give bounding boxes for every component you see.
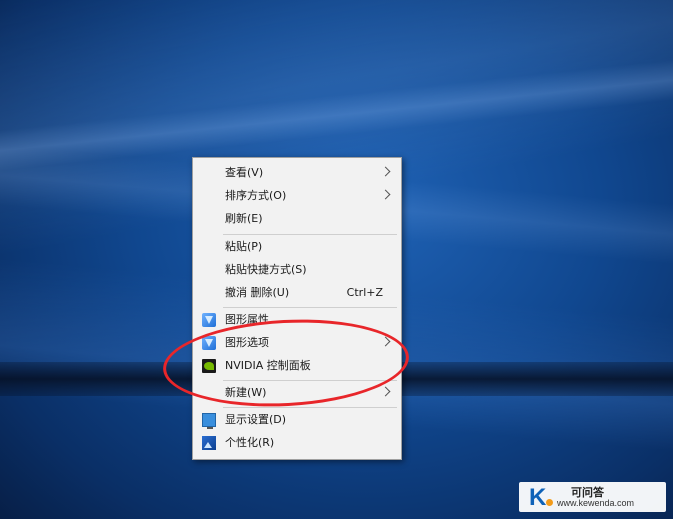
menu-item-label: 个性化(R) [225,436,275,449]
chevron-right-icon [380,166,391,177]
menu-separator [223,407,397,408]
menu-item-sort-by[interactable]: 排序方式(O) [193,185,401,207]
watermark-logo-dot [546,499,553,506]
menu-item-label: 撤消 删除(U) [225,286,290,299]
menu-item-shortcut: Ctrl+Z [346,286,383,299]
menu-item-refresh[interactable]: 刷新(E) [193,208,401,230]
menu-item-label: 粘贴快捷方式(S) [225,263,307,276]
menu-item-label: 查看(V) [225,166,264,179]
chevron-right-icon [380,189,391,200]
menu-item-personalize[interactable]: 个性化(R) [193,432,401,454]
menu-item-paste-shortcut[interactable]: 粘贴快捷方式(S) [193,259,401,281]
chevron-right-icon [380,386,391,397]
display-settings-icon [202,413,216,429]
menu-separator [223,307,397,308]
personalize-icon [202,436,216,450]
menu-item-undo-delete[interactable]: 撤消 删除(U) Ctrl+Z [193,282,401,304]
menu-separator [223,234,397,235]
menu-item-label: 排序方式(O) [225,189,287,202]
graphics-properties-icon [202,313,216,327]
desktop-context-menu: 查看(V) 排序方式(O) 刷新(E) 粘贴(P) 粘贴快捷方式(S) 撤消 删… [192,157,402,460]
menu-item-label: 粘贴(P) [225,240,263,253]
menu-item-paste[interactable]: 粘贴(P) [193,236,401,258]
menu-item-label: 刷新(E) [225,212,263,225]
watermark-url: www.kewenda.com [557,498,635,508]
menu-item-display-settings[interactable]: 显示设置(D) [193,409,401,431]
watermark: K 可问答 www.kewenda.com [519,482,666,512]
menu-item-view[interactable]: 查看(V) [193,162,401,184]
watermark-logo: K [529,484,547,511]
menu-item-label: 显示设置(D) [225,413,287,426]
